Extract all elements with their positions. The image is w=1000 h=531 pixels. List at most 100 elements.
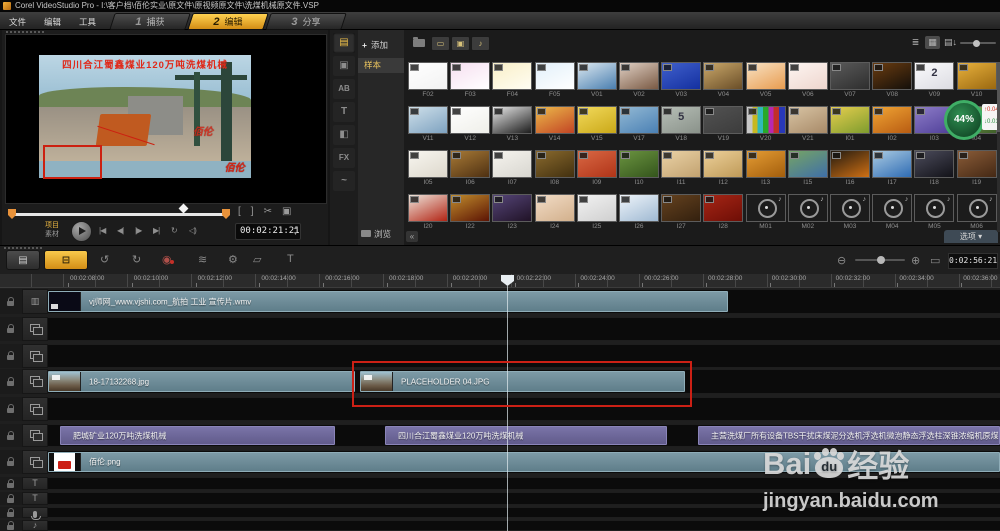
library-thumbnail-I25[interactable]: I25: [576, 194, 617, 230]
motion-path-icon[interactable]: ~: [333, 171, 355, 191]
sort-button[interactable]: ▤↓: [943, 36, 958, 49]
library-thumbnail-I06[interactable]: I06: [450, 150, 491, 186]
track-button-music-11[interactable]: ♪: [22, 520, 48, 531]
net-speed-badge[interactable]: 44%: [944, 100, 984, 140]
library-thumbnail-I19[interactable]: I19: [956, 150, 997, 186]
track-button-video-1[interactable]: ▥: [22, 289, 48, 314]
track-lock-icon[interactable]: [7, 404, 14, 413]
timeline-clip[interactable]: 四川合江蜀鑫煤业120万吨洗煤机械: [385, 426, 667, 445]
library-thumbnail-M03[interactable]: ♪ M03: [830, 194, 870, 230]
preview-video-area[interactable]: 四川合江蜀鑫煤业120万吨洗煤机械 佰伦 佰伦: [5, 34, 327, 204]
library-thumbnail-V02[interactable]: V02: [619, 62, 659, 98]
library-thumbnail-M05[interactable]: ♪ M05: [914, 194, 955, 230]
timeline-clip[interactable]: 肥城矿业120万吨洗煤机械: [60, 426, 335, 445]
zoom-out-icon[interactable]: ⊖: [837, 254, 846, 267]
options-button[interactable]: 选项 ▾: [944, 230, 998, 243]
play-button[interactable]: [71, 221, 92, 242]
library-thumbnail-I10[interactable]: I10: [619, 150, 659, 186]
browse-button[interactable]: 浏览: [361, 228, 391, 240]
track-button-overlay-3[interactable]: [22, 344, 48, 368]
filter-fx-icon[interactable]: FX: [333, 148, 355, 168]
mode-project-label[interactable]: 项目: [45, 222, 59, 230]
track-lock-icon[interactable]: [7, 376, 14, 386]
track-content-voice-10[interactable]: [48, 507, 1000, 518]
timeline-view-button[interactable]: ⊟: [44, 250, 88, 270]
library-thumbnail-M01[interactable]: ♪ M01: [745, 194, 786, 230]
title-icon[interactable]: T: [333, 102, 355, 122]
track-content-music-11[interactable]: [48, 520, 1000, 531]
grid-view-button[interactable]: ▦: [925, 36, 940, 49]
library-thumbnail-I26[interactable]: I26: [619, 194, 659, 230]
track-lock-icon[interactable]: [7, 520, 14, 530]
library-thumbnail-V13[interactable]: V13: [492, 106, 533, 142]
track-button-overlay-5[interactable]: [22, 397, 48, 421]
track-lock-icon[interactable]: [7, 457, 14, 466]
track-lock-icon[interactable]: [7, 351, 14, 360]
library-thumbnail-F04[interactable]: F04: [492, 62, 533, 98]
library-thumbnail-V15[interactable]: V15: [576, 106, 617, 142]
track-button-overlay-6[interactable]: [22, 424, 48, 447]
track-button-title-8[interactable]: T: [22, 477, 48, 490]
track-content-overlay-2[interactable]: [48, 317, 1000, 341]
library-thumbnail-V06[interactable]: V06: [787, 62, 828, 98]
library-thumbnail-I15[interactable]: I15: [787, 150, 828, 186]
instant-project-icon[interactable]: ▣: [333, 56, 355, 76]
scrubber-track[interactable]: [11, 213, 229, 216]
media-library-icon[interactable]: ▤: [333, 33, 355, 53]
step-tab-1[interactable]: 1 捕获: [109, 13, 191, 30]
track-button-overlay-4[interactable]: [22, 369, 48, 394]
track-content-overlay-7[interactable]: 佰伦.png: [48, 450, 1000, 474]
volume-button[interactable]: ◁): [189, 226, 197, 235]
go-end-button[interactable]: ▶|: [153, 226, 160, 235]
timeline-ruler[interactable]: 00:02:08:00 00:02:10:00 00:02:12:00 00:02:1…: [0, 274, 1000, 288]
mode-clip-label[interactable]: 素材: [45, 231, 59, 239]
library-thumbnail-F03[interactable]: F03: [450, 62, 491, 98]
add-folder-button[interactable]: + 添加: [362, 39, 388, 51]
track-content-overlay-6[interactable]: 肥城矿业120万吨洗煤机械 四川合江蜀鑫煤业120万吨洗煤机械 主营洗煤厂所有设备T…: [48, 424, 1000, 447]
track-content-title-9[interactable]: [48, 492, 1000, 505]
menu-item-edit[interactable]: 编辑: [35, 14, 70, 30]
library-thumbnail-V05[interactable]: V05: [745, 62, 786, 98]
library-thumbnail-V12[interactable]: V12: [450, 106, 491, 142]
track-lock-icon[interactable]: [7, 296, 14, 306]
library-thumbnail-V01[interactable]: V01: [576, 62, 617, 98]
library-thumbnail-I09[interactable]: I09: [576, 150, 617, 186]
track-button-title-9[interactable]: T: [22, 492, 48, 505]
library-thumbnail-I08[interactable]: I08: [534, 150, 575, 186]
step-tab-3[interactable]: 3 分享: [265, 13, 347, 30]
next-frame-button[interactable]: |▶: [135, 226, 142, 235]
zoom-in-icon[interactable]: ⊕: [911, 254, 920, 267]
library-thumbnail-I22[interactable]: I22: [450, 194, 491, 230]
preview-scrubber[interactable]: [8, 203, 238, 220]
library-thumbnail-I20[interactable]: I20: [408, 194, 448, 230]
redo-icon[interactable]: ↻: [132, 253, 141, 266]
track-lock-icon[interactable]: [7, 478, 14, 488]
library-thumbnail-V10[interactable]: V10: [956, 62, 997, 98]
library-thumbnail-I17[interactable]: I17: [872, 150, 913, 186]
library-thumbnail-V03[interactable]: V03: [661, 62, 702, 98]
list-view-button[interactable]: ≣: [908, 36, 923, 49]
library-thumbnail-V09[interactable]: 2 V09: [914, 62, 955, 98]
library-thumbnail-I07[interactable]: I07: [492, 150, 533, 186]
subtitle-icon[interactable]: T: [287, 253, 294, 265]
library-thumbnail-M02[interactable]: ♪ M02: [787, 194, 828, 230]
library-thumbnail-I11[interactable]: I11: [661, 150, 702, 186]
filter-photo-icon[interactable]: ▣: [451, 36, 470, 51]
library-thumbnail-V19[interactable]: V19: [703, 106, 744, 142]
library-thumbnail-I16[interactable]: I16: [830, 150, 870, 186]
transition-ab-icon[interactable]: AB: [333, 79, 355, 99]
enlarge-preview-button[interactable]: ▣: [282, 206, 291, 217]
library-thumbnail-I13[interactable]: I13: [745, 150, 786, 186]
library-thumbnail-V17[interactable]: V17: [619, 106, 659, 142]
timeline-clip[interactable]: 主营洗煤厂所有设备TBS干扰床煤泥分选机浮选机微泡静态浮选柱深锥浓缩机原煤: [698, 426, 1000, 445]
timecode-spinner[interactable]: ▲ ▼: [293, 225, 298, 237]
timeline-clip[interactable]: 佰伦.png: [48, 452, 1000, 472]
track-lock-icon[interactable]: [7, 324, 14, 333]
record-capture-icon[interactable]: ◉: [162, 253, 174, 266]
slider-handle[interactable]: [973, 39, 980, 47]
track-lock-icon[interactable]: [7, 493, 14, 503]
library-thumbnail-F05[interactable]: F05: [534, 62, 575, 98]
prev-frame-button[interactable]: ◀|: [117, 226, 124, 235]
thumbnail-size-slider[interactable]: [960, 39, 996, 47]
timeline-zoom-slider[interactable]: [855, 256, 905, 264]
